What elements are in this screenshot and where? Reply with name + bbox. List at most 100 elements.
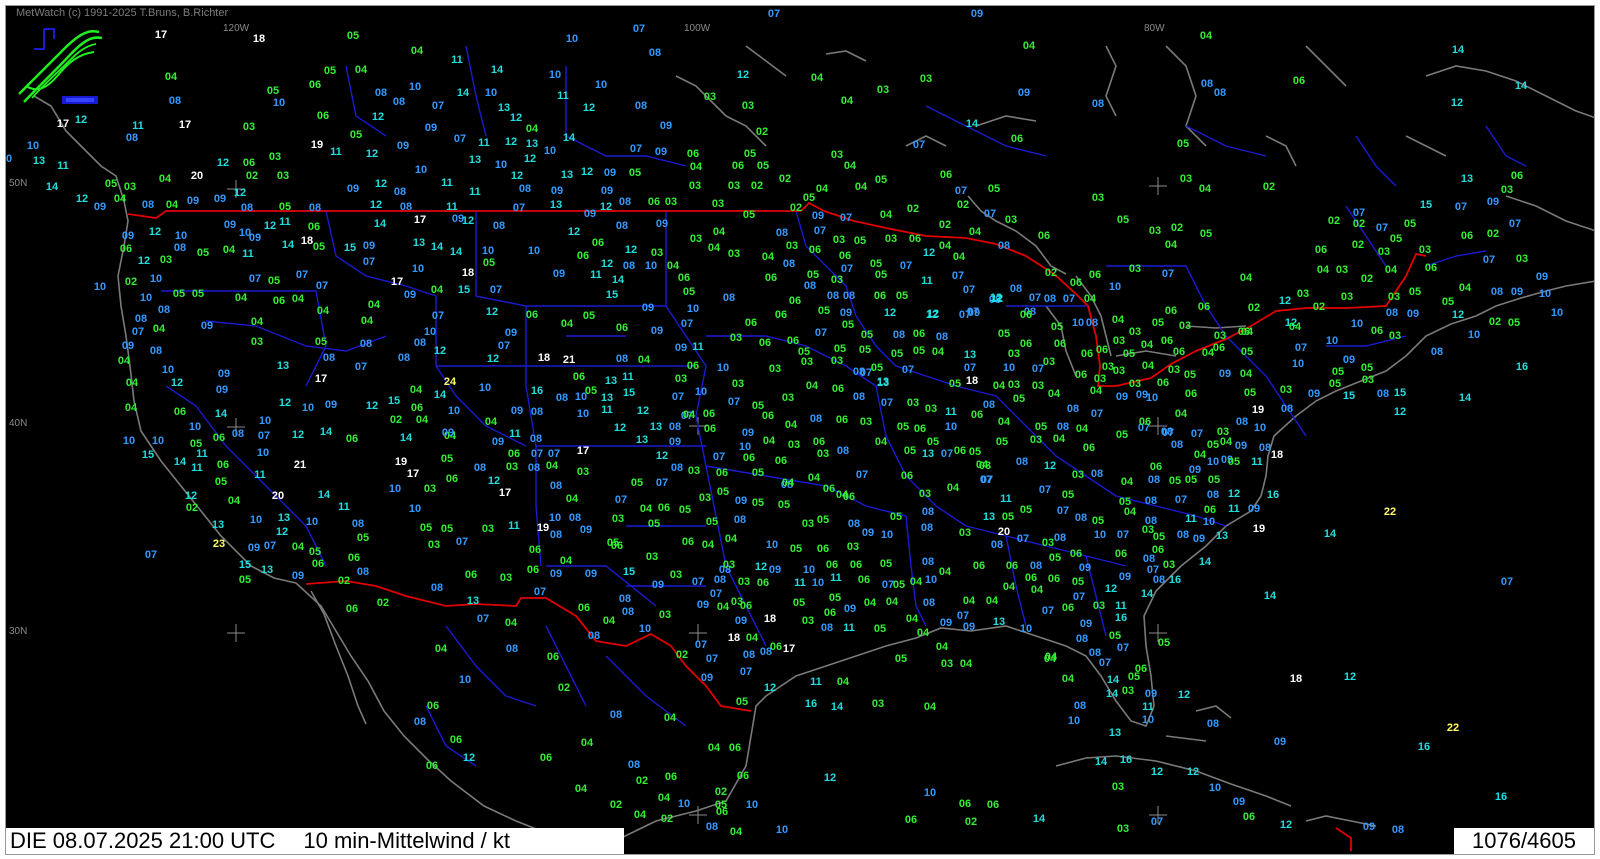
station-wind-value: 15	[239, 559, 251, 571]
station-wind-value: 10	[482, 245, 494, 257]
station-wind-value: 03	[1142, 524, 1154, 536]
station-wind-value: 10	[924, 787, 936, 799]
station-wind-value: 09	[1308, 388, 1320, 400]
station-wind-value: 02	[1248, 302, 1260, 314]
station-wind-value: 14	[431, 241, 444, 253]
station-wind-value: 08	[528, 462, 540, 474]
station-wind-value: 06	[1070, 548, 1082, 560]
station-wind-value: 04	[431, 284, 444, 296]
station-wind-value: 19	[395, 456, 407, 468]
station-wind-value: 14	[457, 87, 470, 99]
station-wind-value: 09	[442, 427, 454, 439]
station-wind-value: 13	[983, 511, 995, 523]
station-wind-value: 12	[75, 114, 87, 126]
station-wind-value: 09	[201, 320, 213, 332]
station-wind-value: 04	[1459, 282, 1472, 294]
station-wind-value: 04	[368, 299, 381, 311]
station-wind-value: 04	[762, 251, 775, 263]
station-wind-value: 08	[810, 413, 822, 425]
station-wind-value: 04	[1124, 506, 1137, 518]
station-wind-value: 13	[413, 237, 425, 249]
station-wind-value: 08	[1377, 388, 1389, 400]
station-wind-value: 09	[122, 340, 134, 352]
station-wind-value: 08	[135, 313, 147, 325]
station-wind-value: 0	[6, 153, 12, 165]
station-wind-value: 05	[347, 30, 359, 42]
station-wind-value: 07	[1151, 816, 1163, 828]
station-wind-value: 06	[836, 414, 848, 426]
station-wind-value: 03	[269, 151, 281, 163]
station-wind-value: 14	[1324, 528, 1337, 540]
station-wind-value: 06	[1081, 348, 1093, 360]
station-wind-value: 03	[1214, 330, 1226, 342]
station-wind-value: 06	[1461, 230, 1473, 242]
station-wind-value: 03	[847, 541, 859, 553]
station-wind-value: 06	[665, 771, 677, 783]
station-wind-value: 04	[1385, 264, 1398, 276]
map-canvas[interactable]: 120W 100W 80W 50N 40N 30N 17 18 05041114…	[6, 6, 1595, 855]
station-wind-value: 11	[843, 622, 855, 634]
station-wind-value: 13	[469, 154, 481, 166]
station-wind-value: 08	[1171, 439, 1183, 451]
station-wind-value: 09	[1119, 571, 1131, 583]
station-wind-value: 05	[679, 504, 691, 516]
station-wind-value: 08	[837, 445, 849, 457]
station-wind-value: 07	[955, 185, 967, 197]
station-wind-value: 12	[656, 450, 668, 462]
station-wind-value: 03	[831, 274, 843, 286]
station-wind-value: 10	[639, 623, 651, 635]
station-wind-value: 04	[1048, 388, 1061, 400]
station-wind-value: 07	[1039, 484, 1051, 496]
station-wind-value: 08	[550, 529, 562, 541]
wind-map[interactable]: 120W 100W 80W 50N 40N 30N 17 18 05 04 11…	[5, 5, 1595, 855]
station-wind-value: 08	[649, 47, 661, 59]
station-wind-value: 07	[902, 364, 914, 376]
station-wind-value: 08	[493, 220, 505, 232]
station-wind-value: 08	[174, 242, 186, 254]
station-wind-value: 13	[550, 199, 562, 211]
station-wind-value: 06	[787, 335, 799, 347]
station-wind-value: 03	[1180, 173, 1192, 185]
station-wind-value: 02	[1352, 239, 1364, 251]
station-wind-value: 05	[420, 522, 432, 534]
station-wind-value: 07	[432, 310, 444, 322]
station-wind-value: 16	[805, 698, 817, 710]
station-wind-value: 11	[1142, 701, 1154, 713]
station-wind-value: 12	[625, 244, 637, 256]
station-wind-value: 06	[973, 560, 985, 572]
station-wind-value: 06	[1165, 305, 1177, 317]
station-wind-value: 08	[232, 428, 244, 440]
station-wind-value: 10	[1003, 362, 1015, 374]
station-wind-value: 02	[1313, 301, 1325, 313]
station-wind-value: 09	[940, 617, 952, 629]
station-wind-value: 04	[708, 742, 721, 754]
station-wind-value: 08	[169, 95, 181, 107]
station-wind-value: 13	[877, 377, 889, 389]
station-wind-value: 03	[802, 615, 814, 627]
station-wind-value: 07	[881, 397, 893, 409]
metwatch-logo-icon[interactable]	[14, 24, 104, 114]
station-wind-value: 13	[601, 392, 613, 404]
station-wind-value: 07	[1191, 428, 1203, 440]
station-wind-value: 12	[1451, 97, 1463, 109]
station-wind-value: 08	[922, 506, 934, 518]
station-wind-value: 06	[611, 540, 623, 552]
station-wind-value: 06	[348, 552, 360, 564]
station-wind-value: 03	[730, 332, 742, 344]
station-wind-value: 04	[1240, 368, 1253, 380]
station-wind-value: 06	[658, 502, 670, 514]
station-wind-value: 03	[817, 448, 829, 460]
station-wind-value: 07	[1147, 564, 1159, 576]
station-wind-value: 02	[1045, 267, 1057, 279]
station-wind-value: 07	[913, 139, 925, 151]
station-wind-value: 09	[1079, 562, 1091, 574]
station-wind-value: 07	[534, 586, 546, 598]
station-wind-value: 08	[827, 290, 839, 302]
station-wind-value: 08	[628, 759, 640, 771]
station-wind-value: 07	[814, 225, 826, 237]
station-wind-value: 03	[704, 91, 716, 103]
station-wind-value: 07	[1455, 201, 1467, 213]
station-wind-value: 12	[264, 220, 276, 232]
station-wind-value: 04	[963, 595, 976, 607]
station-wind-value: 05	[1184, 369, 1196, 381]
